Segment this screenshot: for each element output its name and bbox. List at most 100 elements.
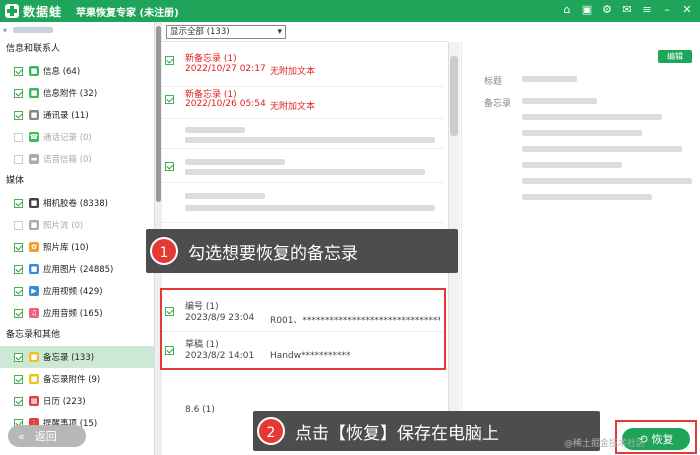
music-icon: ♫ [29, 308, 39, 318]
sidebar-item-label: 应用视频 (429) [43, 287, 103, 297]
detail-title-label: 标题 [484, 77, 503, 87]
checkbox[interactable] [14, 396, 23, 406]
checkbox[interactable] [14, 154, 23, 164]
sidebar-item-label: 照片流 (0) [43, 221, 84, 231]
sidebar-item-messages[interactable]: ■ 信息 (64) [0, 60, 154, 82]
blurred-text [522, 98, 597, 104]
device-row[interactable]: ▾ [0, 22, 154, 38]
edit-button[interactable]: 编辑 [658, 50, 692, 63]
callout-step-2: 2 点击【恢复】保存在电脑上 [253, 411, 600, 451]
notes-icon: ■ [29, 352, 39, 362]
chat-icon[interactable]: ✉ [620, 3, 634, 17]
checkbox[interactable] [14, 352, 23, 362]
checkbox[interactable] [165, 56, 174, 65]
note-preview: 无附加文本 [270, 102, 316, 112]
sidebar-item-photo-stream[interactable]: ■ 照片流 (0) [0, 214, 154, 236]
back-button-label: 返回 [34, 430, 57, 443]
checkbox[interactable] [165, 95, 174, 104]
checkbox[interactable] [14, 220, 23, 230]
device-name [13, 27, 54, 33]
sidebar-item-label: 相机胶卷 (8338) [43, 199, 108, 209]
photos-icon: ✿ [29, 242, 39, 252]
blurred-text [185, 205, 435, 211]
blurred-text [185, 169, 425, 175]
checkbox[interactable] [14, 374, 23, 384]
sidebar-item-message-attachments[interactable]: ■ 信息附件 (32) [0, 82, 154, 104]
sidebar-item-label: 备忘录附件 (9) [43, 375, 101, 385]
checkbox[interactable] [14, 264, 23, 274]
sidebar-item-photo-library[interactable]: ✿ 照片库 (10) [0, 236, 154, 258]
callout-text: 点击【恢复】保存在电脑上 [295, 423, 499, 444]
title-bar: 数据蛙 苹果恢复专家 (未注册) ⌂ ▣ ⚙ ✉ ≡ – ✕ [0, 0, 700, 22]
app-title: 苹果恢复专家 (未注册) [76, 7, 179, 19]
contacts-icon: ■ [29, 110, 39, 120]
sidebar-item-notes[interactable]: ■ 备忘录 (133) [0, 346, 154, 368]
sidebar-item-app-videos[interactable]: ▶ 应用视频 (429) [0, 280, 154, 302]
settings-icon[interactable]: ⚙ [600, 3, 614, 17]
note-time: 2022/10/27 02:17 [185, 64, 266, 74]
app-video-icon: ▶ [29, 286, 39, 296]
home-icon[interactable]: ⌂ [560, 3, 574, 17]
restore-button-label: 恢复 [651, 433, 674, 446]
blurred-text [185, 193, 265, 199]
list-scrollbar-thumb[interactable] [450, 56, 458, 136]
attachment-icon: ■ [29, 88, 39, 98]
menu-icon[interactable]: ≡ [640, 3, 654, 17]
checkbox[interactable] [14, 286, 23, 296]
sidebar-item-label: 应用图片 (24885) [43, 265, 114, 275]
section-notes-title: 备忘录和其他 [6, 330, 61, 340]
list-item-blurred[interactable] [162, 149, 444, 183]
sidebar-item-app-images[interactable]: ■ 应用图片 (24885) [0, 258, 154, 280]
section-contacts-title: 信息和联系人 [6, 44, 61, 54]
list-toolbar: 显示全部 (133) [162, 22, 448, 42]
camera-icon: ■ [29, 198, 39, 208]
app-image-icon: ■ [29, 264, 39, 274]
checkbox[interactable] [14, 132, 23, 142]
sidebar-item-voicemail[interactable]: ▬ 语音信箱 (0) [0, 148, 154, 170]
logo-text: 数据蛙 [23, 4, 63, 19]
calendar-icon: ▦ [29, 396, 39, 406]
sidebar-item-call-log[interactable]: ☎ 通话记录 (0) [0, 126, 154, 148]
photostream-icon: ■ [29, 220, 39, 230]
sidebar-item-camera-roll[interactable]: ■ 相机胶卷 (8338) [0, 192, 154, 214]
close-icon[interactable]: ✕ [680, 3, 694, 17]
minimize-icon[interactable]: – [660, 3, 674, 17]
back-button[interactable]: « 返回 [8, 425, 86, 447]
sidebar-item-label: 日历 (223) [43, 397, 86, 407]
blurred-text [185, 159, 285, 165]
sidebar-scrollbar-thumb[interactable] [156, 26, 161, 202]
checkbox[interactable] [14, 66, 23, 76]
list-item-blurred[interactable] [162, 119, 444, 149]
sidebar-item-label: 信息 (64) [43, 67, 81, 77]
callout-step-1: 1 勾选想要恢复的备忘录 [146, 229, 458, 273]
cart-icon[interactable]: ▣ [580, 3, 594, 17]
filter-dropdown[interactable]: 显示全部 (133) [166, 24, 286, 39]
blurred-text [522, 130, 642, 136]
checkbox[interactable] [14, 198, 23, 208]
checkbox[interactable] [165, 162, 174, 171]
list-item[interactable]: 新备忘录 (1) 2022/10/26 05:54 无附加文本 [162, 87, 444, 119]
sidebar-item-contacts[interactable]: ■ 通讯录 (11) [0, 104, 154, 126]
step-number-badge: 2 [257, 417, 285, 445]
checkbox[interactable] [14, 88, 23, 98]
blurred-text [522, 114, 662, 120]
checkbox[interactable] [14, 110, 23, 120]
checkbox[interactable] [14, 308, 23, 318]
sidebar-item-app-audio[interactable]: ♫ 应用音频 (165) [0, 302, 154, 324]
sidebar-item-label: 信息附件 (32) [43, 89, 98, 99]
note-title: 8.6 (1) [185, 405, 215, 415]
blurred-text [185, 137, 435, 143]
sidebar-item-notes-attachments[interactable]: ■ 备忘录附件 (9) [0, 368, 154, 390]
blurred-text [522, 76, 577, 82]
blurred-text [522, 146, 682, 152]
list-item[interactable]: 新备忘录 (1) 2022/10/27 02:17 无附加文本 [162, 42, 444, 87]
checkbox[interactable] [14, 242, 23, 252]
sidebar-item-label: 通讯录 (11) [43, 111, 89, 121]
list-item-blurred[interactable] [162, 183, 444, 223]
note-title: 新备忘录 (1) [185, 54, 237, 64]
app-logo: 数据蛙 [5, 3, 62, 20]
double-left-arrow-icon: « [18, 429, 25, 443]
note-preview: 无附加文本 [270, 67, 316, 77]
sidebar-item-calendar[interactable]: ▦ 日历 (223) [0, 390, 154, 412]
sidebar-item-label: 语音信箱 (0) [43, 155, 92, 165]
